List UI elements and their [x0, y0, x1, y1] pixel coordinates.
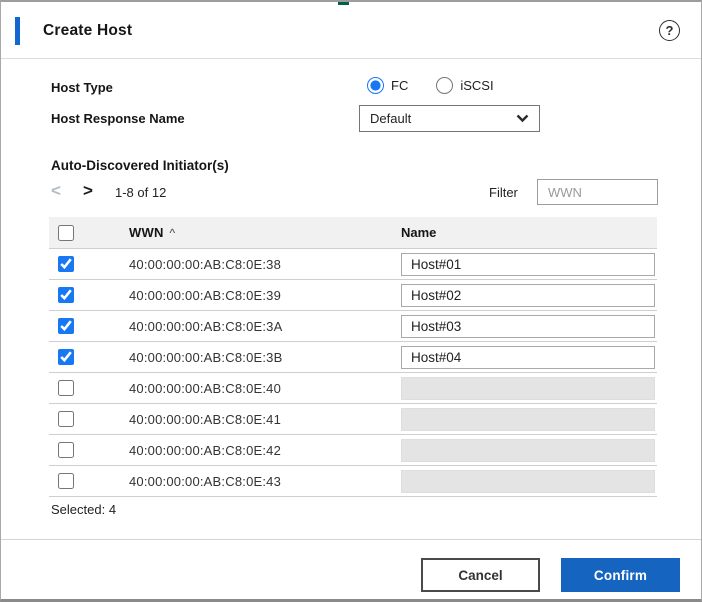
wwn-cell: 40:00:00:00:AB:C8:0E:3A: [129, 319, 401, 334]
select-all-checkbox[interactable]: [58, 225, 74, 241]
wwn-cell: 40:00:00:00:AB:C8:0E:40: [129, 381, 401, 396]
table-row: 40:00:00:00:AB:C8:0E:39: [49, 279, 657, 310]
name-input[interactable]: [401, 439, 655, 462]
table-row: 40:00:00:00:AB:C8:0E:3B: [49, 341, 657, 372]
table-row: 40:00:00:00:AB:C8:0E:40: [49, 372, 657, 403]
name-input[interactable]: [401, 284, 655, 307]
row-checkbox[interactable]: [58, 473, 74, 489]
row-checkbox[interactable]: [58, 256, 74, 272]
dialog-title: Create Host: [43, 22, 132, 40]
row-checkbox[interactable]: [58, 442, 74, 458]
name-cell: [401, 377, 657, 400]
initiators-heading: Auto-Discovered Initiator(s): [51, 158, 229, 173]
filter-input[interactable]: [537, 179, 658, 205]
row-checkbox-cell: [49, 473, 129, 489]
name-column-header[interactable]: Name: [401, 225, 657, 240]
host-response-select[interactable]: Default: [359, 105, 540, 132]
iscsi-radio-label: iSCSI: [460, 78, 493, 93]
pagination-range: 1-8 of 12: [115, 185, 166, 200]
footer-divider: [1, 539, 701, 540]
name-cell: [401, 253, 657, 276]
confirm-button[interactable]: Confirm: [561, 558, 680, 592]
sort-asc-icon: ^: [170, 226, 176, 240]
row-checkbox[interactable]: [58, 380, 74, 396]
row-checkbox-cell: [49, 287, 129, 303]
row-checkbox-cell: [49, 349, 129, 365]
initiators-table: WWN^ Name 40:00:00:00:AB:C8:0E:3840:00:0…: [49, 217, 657, 497]
wwn-cell: 40:00:00:00:AB:C8:0E:38: [129, 257, 401, 272]
next-page-icon[interactable]: >: [83, 181, 93, 201]
name-input[interactable]: [401, 470, 655, 493]
help-icon[interactable]: ?: [659, 20, 680, 41]
host-type-radio-group: FC iSCSI: [367, 77, 522, 94]
table-row: 40:00:00:00:AB:C8:0E:43: [49, 465, 657, 496]
table-bottom-border: [49, 496, 657, 497]
table-body: 40:00:00:00:AB:C8:0E:38 40:00:00:00:AB:C8…: [49, 248, 657, 496]
dialog-titlebar: Create Host ?: [1, 2, 701, 59]
prev-page-icon[interactable]: <: [51, 181, 61, 201]
name-input[interactable]: [401, 253, 655, 276]
name-input[interactable]: [401, 377, 655, 400]
host-response-value: Default: [370, 111, 516, 126]
fc-radio[interactable]: [367, 77, 384, 94]
wwn-cell: 40:00:00:00:AB:C8:0E:3B: [129, 350, 401, 365]
name-input[interactable]: [401, 346, 655, 369]
wwn-column-header[interactable]: WWN ^: [129, 225, 401, 240]
table-row: 40:00:00:00:AB:C8:0E:41: [49, 403, 657, 434]
table-row: 40:00:00:00:AB:C8:0E:3A: [49, 310, 657, 341]
name-cell: [401, 284, 657, 307]
name-input[interactable]: [401, 408, 655, 431]
wwn-header-label: WWN: [129, 225, 164, 240]
wwn-cell: 40:00:00:00:AB:C8:0E:39: [129, 288, 401, 303]
iscsi-radio[interactable]: [436, 77, 453, 94]
name-cell: [401, 408, 657, 431]
selected-count: Selected: 4: [51, 502, 116, 517]
row-checkbox[interactable]: [58, 349, 74, 365]
filter-label: Filter: [489, 185, 518, 200]
name-header-label: Name: [401, 225, 436, 240]
row-checkbox-cell: [49, 411, 129, 427]
table-header-row: WWN ^ Name: [49, 217, 657, 248]
table-row: 40:00:00:00:AB:C8:0E:42: [49, 434, 657, 465]
select-all-cell: [49, 225, 129, 241]
wwn-cell: 40:00:00:00:AB:C8:0E:43: [129, 474, 401, 489]
create-host-dialog: Create Host ? Host Type FC iSCSI Host Re…: [0, 0, 702, 602]
host-type-label: Host Type: [51, 80, 113, 95]
name-cell: [401, 439, 657, 462]
table-row: 40:00:00:00:AB:C8:0E:38: [49, 248, 657, 279]
title-accent-bar: [15, 17, 20, 45]
row-checkbox-cell: [49, 318, 129, 334]
row-checkbox[interactable]: [58, 287, 74, 303]
row-checkbox-cell: [49, 380, 129, 396]
row-checkbox[interactable]: [58, 318, 74, 334]
fc-radio-label: FC: [391, 78, 408, 93]
wwn-cell: 40:00:00:00:AB:C8:0E:41: [129, 412, 401, 427]
row-checkbox[interactable]: [58, 411, 74, 427]
wwn-cell: 40:00:00:00:AB:C8:0E:42: [129, 443, 401, 458]
row-checkbox-cell: [49, 442, 129, 458]
name-cell: [401, 470, 657, 493]
name-cell: [401, 346, 657, 369]
name-cell: [401, 315, 657, 338]
host-response-label: Host Response Name: [51, 111, 185, 126]
name-input[interactable]: [401, 315, 655, 338]
cancel-button[interactable]: Cancel: [421, 558, 540, 592]
row-checkbox-cell: [49, 256, 129, 272]
chevron-down-icon: [516, 114, 529, 123]
